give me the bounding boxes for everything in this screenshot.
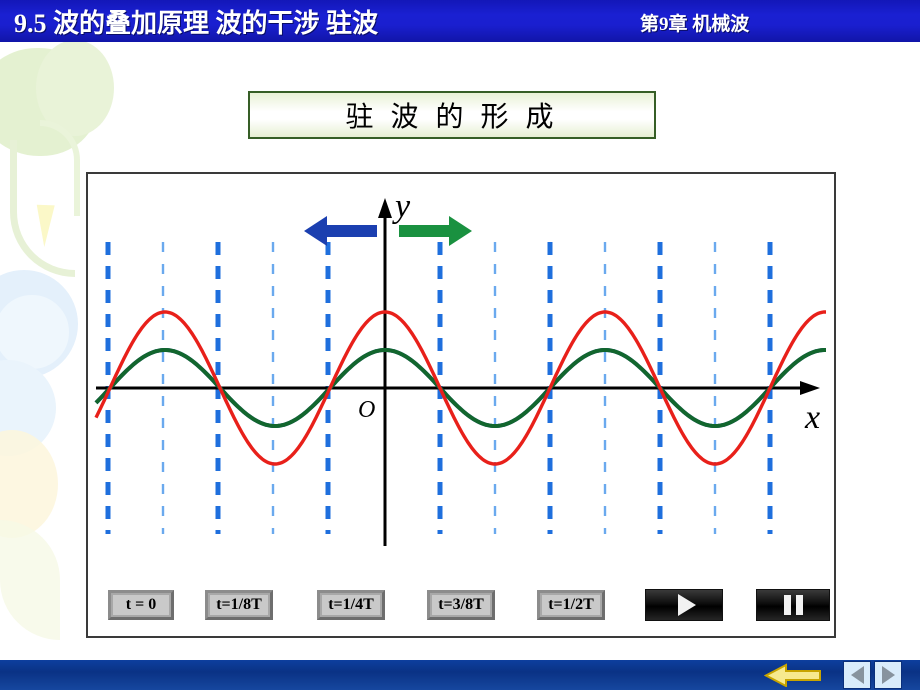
next-triangle-icon [881, 666, 895, 684]
time-step-label: t=3/8T [438, 596, 484, 613]
decorative-circle-shape [0, 270, 78, 378]
time-step-button-3[interactable]: t=3/8T [427, 590, 495, 620]
left-direction-arrow [304, 216, 377, 246]
decorative-balloon-shape [36, 40, 114, 136]
time-step-label: t=1/8T [216, 596, 262, 613]
decorative-balloon-shape [0, 430, 58, 538]
time-step-button-2[interactable]: t=1/4T [317, 590, 385, 620]
pause-button[interactable] [756, 589, 830, 621]
origin-label: O [358, 397, 375, 423]
slide-header-bar: 9.5 波的叠加原理 波的干涉 驻波 第9章 机械波 [0, 0, 920, 42]
subtitle-text: 驻 波 的 形 成 [345, 102, 559, 133]
decorative-circle-shape [0, 360, 56, 456]
subtitle-box: 驻 波 的 形 成 [248, 91, 656, 139]
time-step-label: t=1/2T [548, 596, 594, 613]
time-step-label: t = 0 [125, 596, 157, 613]
play-icon [677, 594, 696, 616]
play-button[interactable] [645, 589, 723, 621]
wave-animation-panel: y x O t = 0 t=1/8T t=1/4T t=3/8T t=1/2T [86, 172, 836, 638]
x-axis-label: x [804, 399, 820, 436]
pause-icon [783, 595, 803, 615]
decorative-balloon-shape [0, 48, 98, 156]
y-axis-label: y [392, 188, 411, 225]
decorative-ribbon-shape [40, 120, 80, 216]
decorative-triangle-shape [35, 204, 55, 248]
time-step-button-0[interactable]: t = 0 [108, 590, 174, 620]
page-title: 9.5 波的叠加原理 波的干涉 驻波 [14, 9, 379, 38]
chapter-label: 第9章 机械波 [640, 14, 750, 35]
decorative-circle-shape [0, 290, 74, 374]
prev-triangle-icon [850, 666, 864, 684]
prev-slide-button[interactable] [843, 661, 871, 689]
standing-wave-chart: y x O [94, 188, 826, 546]
time-step-label: t=1/4T [328, 596, 374, 613]
decorative-ribbon-shape [10, 140, 75, 277]
back-arrow-icon[interactable] [764, 663, 822, 687]
time-step-button-1[interactable]: t=1/8T [205, 590, 273, 620]
slide-canvas: 9.5 波的叠加原理 波的干涉 驻波 第9章 机械波 驻 波 的 形 成 y x… [0, 0, 920, 690]
x-axis-arrowhead [800, 381, 820, 395]
decorative-leaf-shape [0, 520, 60, 640]
next-slide-button[interactable] [874, 661, 902, 689]
y-axis-arrowhead [378, 198, 392, 218]
time-step-button-4[interactable]: t=1/2T [537, 590, 605, 620]
